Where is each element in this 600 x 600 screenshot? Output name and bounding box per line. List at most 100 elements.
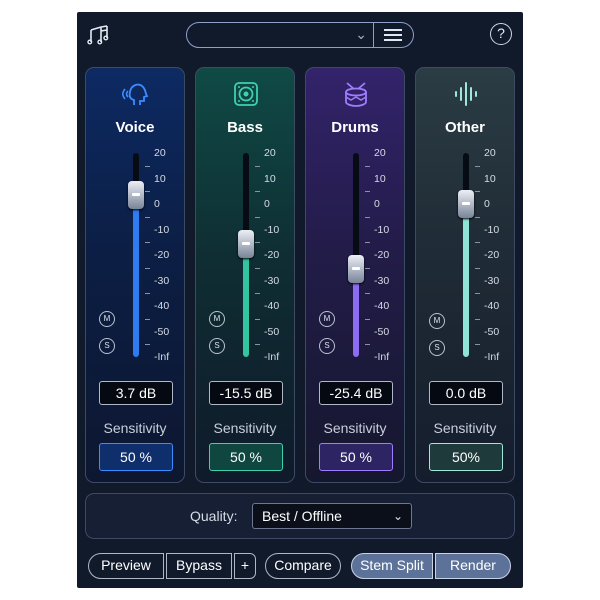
- help-button[interactable]: ?: [490, 23, 512, 45]
- scale-minor-tick: [475, 242, 480, 244]
- sensitivity-value[interactable]: 50 %: [99, 443, 173, 471]
- sensitivity-label: Sensitivity: [433, 420, 497, 436]
- scale-minor-tick: [365, 191, 370, 193]
- scale-minor-tick: [255, 216, 260, 218]
- fader-fill: [133, 194, 139, 357]
- quality-label: Quality:: [190, 508, 238, 524]
- stem-name: Drums: [331, 119, 379, 136]
- scale-label: 20: [374, 147, 386, 159]
- fader-handle[interactable]: [238, 229, 254, 258]
- fader-handle[interactable]: [348, 254, 364, 283]
- scale-label: -20: [374, 249, 390, 261]
- note-logo-icon: [87, 25, 109, 45]
- scale-minor-tick: [475, 344, 480, 346]
- scale-minor-tick: [365, 267, 370, 269]
- solo-button[interactable]: S: [99, 338, 115, 354]
- bypass-button[interactable]: Bypass: [166, 553, 232, 579]
- scale-label: -Inf: [374, 351, 390, 363]
- scale-label: -50: [484, 325, 500, 338]
- menu-icon: [384, 29, 402, 31]
- menu-icon-line: [384, 34, 402, 36]
- sensitivity-label: Sensitivity: [213, 420, 277, 436]
- handle-grip: [132, 192, 140, 196]
- sensitivity-label: Sensitivity: [323, 420, 387, 436]
- solo-button[interactable]: S: [429, 340, 445, 356]
- scale-label: -30: [264, 274, 280, 287]
- scale-minor-tick: [255, 267, 260, 269]
- add-button[interactable]: +: [234, 553, 256, 579]
- scale-label: -40: [484, 300, 500, 312]
- scale-minor-tick: [145, 267, 150, 269]
- mute-button[interactable]: M: [209, 311, 225, 327]
- scale-minor-tick: [145, 318, 150, 320]
- scale-label: -50: [264, 325, 280, 338]
- render-button[interactable]: Render: [435, 553, 511, 579]
- stem-card-voice: Voice M S 20 10 0 -10 -20 -30 -40 -50 -Inf 3.7 d…: [85, 67, 185, 483]
- scale-minor-tick: [365, 293, 370, 295]
- voice-head-icon: [122, 83, 149, 105]
- scale-label: -Inf: [264, 351, 280, 363]
- plugin-window: ⌄ ? Voice M S 20 10 0 -10 -20 -30 -40 -50 -Inf 3…: [77, 12, 523, 588]
- scale-label: 10: [154, 172, 166, 185]
- scale-minor-tick: [145, 191, 150, 193]
- scale-label: 0: [484, 198, 490, 210]
- handle-grip: [462, 202, 470, 205]
- scale-minor-tick: [475, 191, 480, 193]
- scale-label: -10: [154, 223, 170, 236]
- scale-minor-tick: [475, 216, 480, 218]
- scale-label: -40: [154, 300, 170, 312]
- menu-icon-line: [384, 39, 402, 41]
- scale-label: -10: [484, 223, 500, 236]
- chevron-down-icon: ⌄: [355, 26, 367, 42]
- fader-fill: [463, 204, 469, 357]
- mute-button[interactable]: M: [429, 313, 445, 329]
- sensitivity-value[interactable]: 50 %: [319, 443, 393, 471]
- solo-button[interactable]: S: [209, 338, 225, 354]
- level-value[interactable]: -15.5 dB: [209, 381, 283, 405]
- scale-label: -50: [374, 325, 390, 338]
- preset-dropdown[interactable]: ⌄: [186, 22, 374, 48]
- compare-button[interactable]: Compare: [265, 553, 341, 579]
- quality-panel: Quality: Best / Offline ⌄: [85, 493, 515, 539]
- sensitivity-value[interactable]: 50%: [429, 443, 503, 471]
- scale-label: -40: [374, 300, 390, 312]
- scale-label: 20: [154, 147, 166, 159]
- level-value[interactable]: 3.7 dB: [99, 381, 173, 405]
- scale-minor-tick: [255, 242, 260, 244]
- scale-label: -40: [264, 300, 280, 312]
- scale-minor-tick: [145, 165, 150, 167]
- preset-menu-button[interactable]: [374, 22, 414, 48]
- level-value[interactable]: 0.0 dB: [429, 381, 503, 405]
- scale-label: 10: [264, 172, 276, 185]
- scale-minor-tick: [145, 293, 150, 295]
- quality-dropdown[interactable]: Best / Offline ⌄: [252, 503, 412, 529]
- scale-minor-tick: [255, 344, 260, 346]
- sensitivity-label: Sensitivity: [103, 420, 167, 436]
- mute-button[interactable]: M: [99, 311, 115, 327]
- sensitivity-value[interactable]: 50 %: [209, 443, 283, 471]
- scale-label: 20: [484, 147, 496, 159]
- scale-minor-tick: [365, 242, 370, 244]
- stem-name: Other: [444, 119, 485, 136]
- scale-label: 10: [374, 172, 386, 185]
- fader-handle[interactable]: [128, 180, 144, 209]
- scale-minor-tick: [255, 293, 260, 295]
- waveform-icon: [455, 82, 477, 106]
- scale-label: -30: [374, 274, 390, 287]
- scale-minor-tick: [365, 165, 370, 167]
- fader-handle[interactable]: [458, 190, 474, 218]
- stem-split-button[interactable]: Stem Split: [351, 553, 433, 579]
- scale-label: 0: [264, 198, 270, 210]
- stem-card-other: Other M S 20 10 0 -10 -20 -30 -40 -50 -Inf 0.0 d…: [415, 67, 515, 483]
- scale-label: -30: [484, 274, 500, 287]
- chevron-down-icon: ⌄: [392, 509, 403, 523]
- scale-minor-tick: [475, 318, 480, 320]
- preview-button[interactable]: Preview: [88, 553, 164, 579]
- solo-button[interactable]: S: [319, 338, 335, 354]
- level-value[interactable]: -25.4 dB: [319, 381, 393, 405]
- handle-grip: [352, 266, 360, 270]
- mute-button[interactable]: M: [319, 311, 335, 327]
- scale-label: -20: [264, 249, 280, 261]
- scale-minor-tick: [475, 293, 480, 295]
- scale-label: 0: [154, 198, 160, 210]
